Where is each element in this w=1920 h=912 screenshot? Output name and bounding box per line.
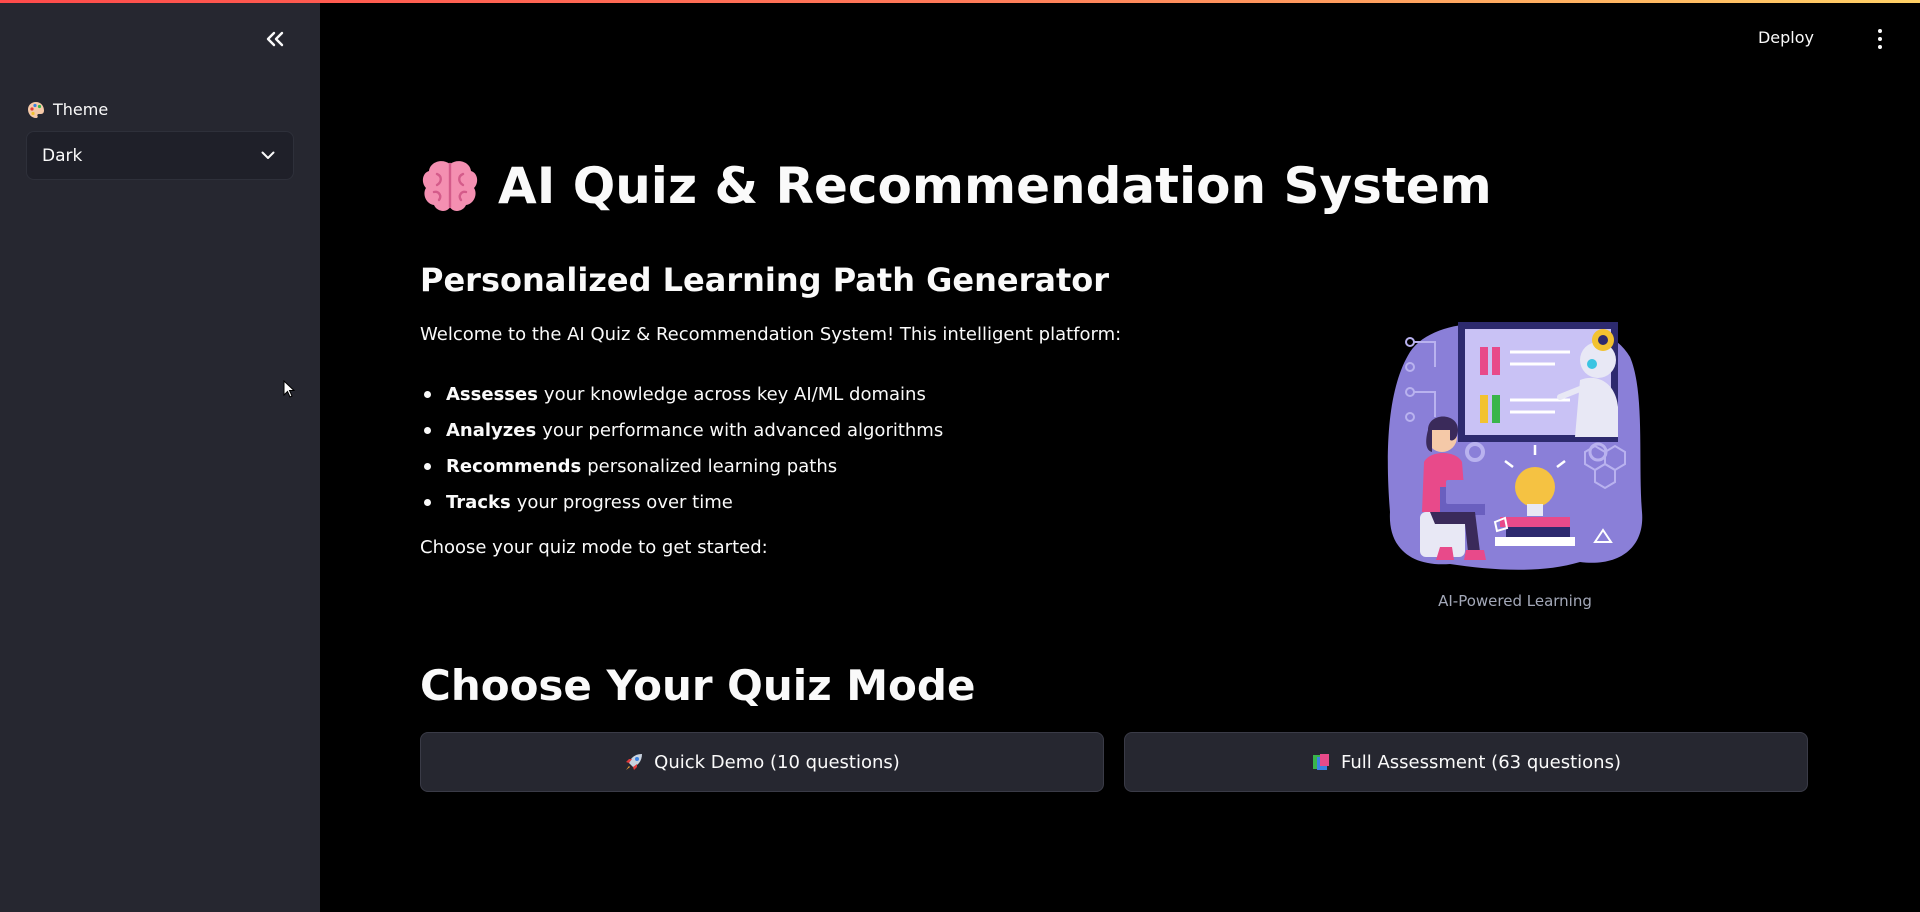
page-subtitle: Personalized Learning Path Generator bbox=[420, 261, 1109, 299]
choose-mode-text: Choose your quiz mode to get started: bbox=[420, 537, 768, 558]
double-chevron-left-icon bbox=[266, 31, 284, 47]
list-item: Recommends personalized learning paths bbox=[420, 448, 943, 484]
sidebar: Theme Dark bbox=[0, 0, 320, 912]
feature-text: your performance with advanced algorithm… bbox=[542, 419, 944, 441]
chevron-down-icon bbox=[261, 151, 275, 159]
page-title-text: AI Quiz & Recommendation System bbox=[498, 157, 1492, 215]
feature-text: your progress over time bbox=[516, 491, 733, 513]
full-assessment-button[interactable]: Full Assessment (63 questions) bbox=[1124, 732, 1808, 792]
main-content: Deploy AI Quiz & Recommendation System P… bbox=[320, 0, 1920, 912]
quick-demo-button[interactable]: Quick Demo (10 questions) bbox=[420, 732, 1104, 792]
image-caption: AI-Powered Learning bbox=[1438, 592, 1592, 610]
mouse-cursor-icon bbox=[283, 380, 295, 398]
feature-keyword: Analyzes bbox=[446, 419, 537, 441]
theme-label-text: Theme bbox=[53, 100, 109, 119]
feature-text: personalized learning paths bbox=[587, 455, 838, 477]
quiz-mode-heading: Choose Your Quiz Mode bbox=[420, 661, 976, 710]
list-item: Assesses your knowledge across key AI/ML … bbox=[420, 376, 943, 412]
ai-learning-illustration bbox=[1387, 322, 1643, 570]
feature-keyword: Tracks bbox=[446, 491, 511, 513]
feature-list: Assesses your knowledge across key AI/ML … bbox=[420, 376, 943, 520]
list-item: Analyzes your performance with advanced a… bbox=[420, 412, 943, 448]
theme-label: Theme bbox=[27, 100, 108, 119]
top-decoration-bar bbox=[0, 0, 1920, 3]
list-item: Tracks your progress over time bbox=[420, 484, 943, 520]
theme-select-value: Dark bbox=[42, 145, 83, 166]
full-assessment-label: Full Assessment (63 questions) bbox=[1340, 751, 1621, 773]
collapse-sidebar-button[interactable] bbox=[260, 24, 290, 54]
brain-icon bbox=[422, 161, 478, 211]
theme-select[interactable]: Dark bbox=[26, 131, 294, 180]
deploy-button[interactable]: Deploy bbox=[1758, 28, 1814, 47]
rocket-icon bbox=[626, 754, 643, 770]
books-icon bbox=[1312, 754, 1329, 770]
kebab-menu-icon[interactable] bbox=[1876, 28, 1884, 50]
page-title: AI Quiz & Recommendation System bbox=[420, 157, 1492, 215]
feature-keyword: Assesses bbox=[446, 383, 538, 405]
quick-demo-label: Quick Demo (10 questions) bbox=[654, 751, 900, 773]
palette-icon bbox=[28, 101, 44, 118]
feature-keyword: Recommends bbox=[446, 455, 582, 477]
feature-text: your knowledge across key AI/ML domains bbox=[543, 383, 926, 405]
intro-text: Welcome to the AI Quiz & Recommendation … bbox=[420, 324, 1122, 345]
